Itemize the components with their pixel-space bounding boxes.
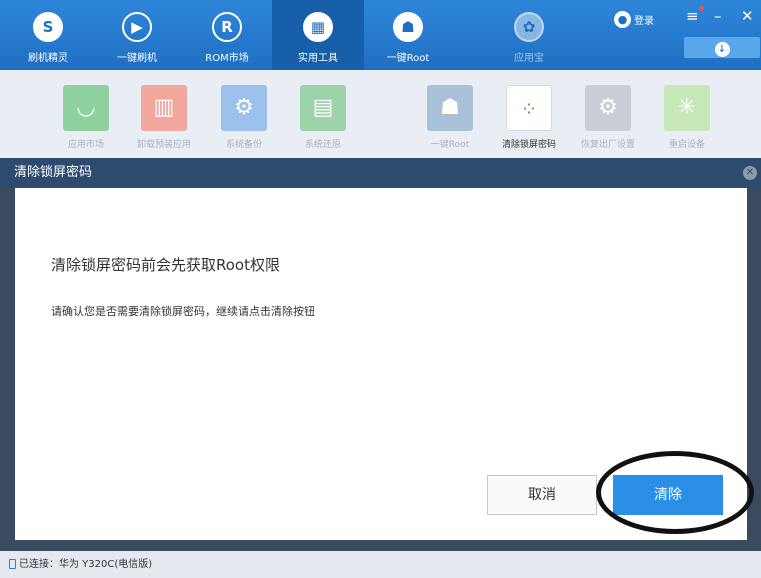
nav-label: 应用宝 (514, 53, 544, 64)
tool-clear-lock-password[interactable]: ⁘ 清除锁屏密码 (491, 85, 567, 150)
menu-icon[interactable]: ≡ (686, 6, 699, 26)
backup-icon: ⚙ (221, 85, 267, 131)
shield-icon: S (33, 12, 63, 42)
user-icon: ● (614, 11, 631, 28)
phone-icon (9, 559, 16, 569)
tool-reboot-device[interactable]: ✳ 重启设备 (649, 85, 725, 150)
tool-label: 清除锁屏密码 (501, 140, 556, 150)
tools-strip: ◡ 应用市场 ▥ 卸载预装应用 ⚙ 系统备份 ▤ 系统还原 ☗ 一键Root ⁘… (0, 70, 761, 158)
connection-status: 已连接：华为 Y320C(电信版) (19, 559, 153, 570)
tool-label: 卸载预装应用 (136, 140, 191, 150)
nav-utility-tools[interactable]: ▦ 实用工具 (272, 0, 364, 70)
nav-one-click-root[interactable]: ☗ 一键Root (362, 0, 454, 70)
gear-icon: ⚙ (585, 85, 631, 131)
login-label: 登录 (634, 16, 654, 27)
cancel-button[interactable]: 取消 (487, 475, 597, 515)
trash-icon: ▥ (141, 85, 187, 131)
pattern-lock-icon: ⁘ (506, 85, 552, 131)
clear-button[interactable]: 清除 (613, 475, 723, 515)
app-market-icon: ◡ (63, 85, 109, 131)
modal-header-title: 清除锁屏密码 (14, 165, 93, 180)
tool-system-backup[interactable]: ⚙ 系统备份 (206, 85, 282, 150)
modal-header: 清除锁屏密码 ✕ (0, 158, 761, 188)
nav-label: ROM市场 (205, 53, 249, 64)
nav-label: 实用工具 (298, 53, 338, 64)
tool-uninstall-preinstalled[interactable]: ▥ 卸载预装应用 (126, 85, 202, 150)
nav-label: 一键Root (386, 53, 430, 64)
tool-label: 重启设备 (668, 140, 705, 150)
grid-icon: ▦ (303, 12, 333, 42)
play-icon: ▶ (122, 12, 152, 42)
app-store-icon: ✿ (514, 12, 544, 42)
tool-label: 应用市场 (67, 140, 104, 150)
modal-description: 请确认您是否需要清除锁屏密码，继续请点击清除按钮 (51, 305, 315, 318)
download-button[interactable]: ↓ (684, 37, 760, 58)
android-icon: ☗ (393, 12, 423, 42)
modal-body: 清除锁屏密码前会先获取Root权限 请确认您是否需要清除锁屏密码，继续请点击清除… (15, 188, 747, 540)
android-icon: ☗ (427, 85, 473, 131)
login-button[interactable]: ● 登录 (614, 9, 654, 28)
download-icon: ↓ (714, 42, 730, 57)
nav-app-store[interactable]: ✿ 应用宝 (483, 0, 575, 70)
notification-dot (699, 6, 704, 11)
tool-label: 系统备份 (225, 140, 262, 150)
loading-icon: ✳ (664, 85, 710, 131)
status-bar: 已连接：华为 Y320C(电信版) (0, 551, 761, 578)
tool-label: 一键Root (430, 140, 470, 150)
restore-icon: ▤ (300, 85, 346, 131)
nav-label: 一键刷机 (117, 53, 157, 64)
tool-label: 恢复出厂设置 (580, 140, 635, 150)
tool-label: 系统还原 (304, 140, 341, 150)
nav-brush-wizard[interactable]: S 刷机精灵 (2, 0, 94, 70)
nav-one-click-flash[interactable]: ▶ 一键刷机 (91, 0, 183, 70)
top-navigation-bar: S 刷机精灵 ▶ 一键刷机 R ROM市场 ▦ 实用工具 ☗ 一键Root ✿ … (0, 0, 761, 70)
tool-app-market[interactable]: ◡ 应用市场 (48, 85, 124, 150)
nav-label: 刷机精灵 (28, 53, 68, 64)
modal-title: 清除锁屏密码前会先获取Root权限 (51, 256, 280, 274)
tool-system-restore[interactable]: ▤ 系统还原 (285, 85, 361, 150)
modal-close-icon[interactable]: ✕ (743, 166, 757, 180)
close-icon[interactable]: ✕ (741, 6, 754, 26)
rom-icon: R (212, 12, 242, 42)
tool-one-click-root[interactable]: ☗ 一键Root (412, 85, 488, 150)
minimize-icon[interactable]: – (714, 6, 722, 26)
nav-rom-market[interactable]: R ROM市场 (181, 0, 273, 70)
tool-factory-reset[interactable]: ⚙ 恢复出厂设置 (570, 85, 646, 150)
